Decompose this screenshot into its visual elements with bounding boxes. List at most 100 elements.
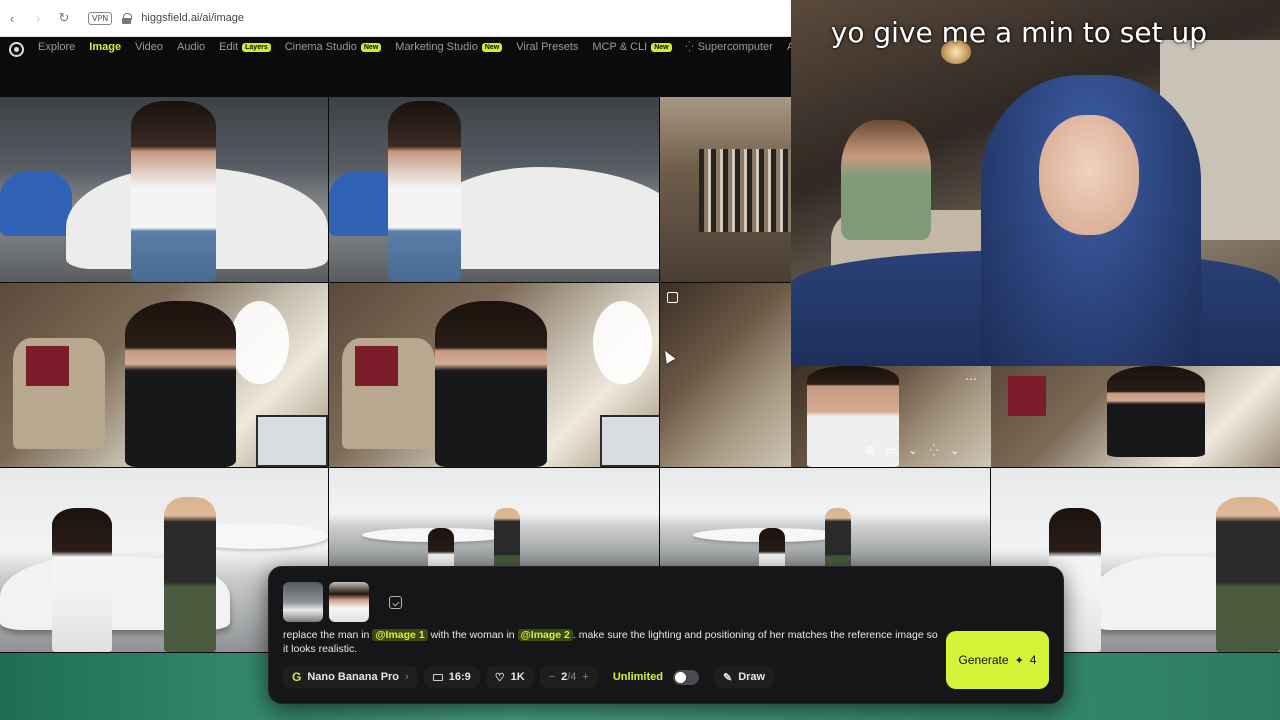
result-image[interactable]	[329, 97, 659, 282]
nav-badge: New	[481, 42, 503, 52]
image-detail	[434, 301, 547, 467]
aspect-ratio-label: 16:9	[448, 671, 471, 683]
reference-images	[283, 582, 415, 622]
sparkle-icon: ✦	[1014, 654, 1024, 667]
image-detail	[0, 171, 73, 236]
reference-image-1[interactable]	[283, 582, 323, 622]
unlimited-label: Unlimited	[612, 671, 663, 683]
result-image[interactable]	[991, 366, 1280, 467]
result-image[interactable]	[0, 283, 328, 467]
image-detail	[1008, 376, 1046, 417]
tile-tool-icon[interactable]: ⌄	[950, 444, 959, 457]
draw-button[interactable]: ✎ Draw	[713, 666, 775, 688]
result-image[interactable]	[0, 97, 328, 282]
nav-badge: New	[651, 42, 672, 52]
logo-icon[interactable]	[9, 42, 24, 57]
more-options-icon[interactable]: ⋯	[965, 372, 977, 386]
image-toolbar: ⧉ ▭ ⌄ ⁛ ⌄	[866, 441, 986, 459]
nav-item-label: Image	[89, 41, 122, 53]
forward-icon[interactable]: ›	[32, 11, 44, 26]
count-stepper: − 2/4 +	[539, 666, 598, 688]
reference-image-2[interactable]	[329, 582, 369, 622]
vpn-badge[interactable]: VPN	[88, 11, 113, 25]
add-image-icon	[388, 595, 402, 609]
decrement-button[interactable]: −	[549, 671, 555, 683]
grid-icon: ⁛	[685, 41, 694, 53]
image-detail	[428, 528, 455, 568]
nav-item-explore[interactable]: Explore	[38, 41, 75, 53]
image-detail	[759, 528, 786, 568]
image-detail	[131, 100, 217, 282]
top-nav: Explore Image Video Audio Edit Layers Cinema S…	[0, 37, 800, 97]
nav-item-mcp-cli[interactable]: MCP & CLI New	[592, 41, 672, 53]
aspect-ratio-selector[interactable]: 16:9	[423, 666, 480, 688]
back-icon[interactable]: ‹	[6, 11, 18, 26]
result-image[interactable]	[660, 97, 791, 282]
prompt-input[interactable]: replace the man in @Image 1 with the wom…	[283, 628, 943, 656]
resolution-label: 1K	[510, 671, 525, 683]
nav-item-edit[interactable]: Edit Layers	[219, 41, 271, 53]
image-detail	[255, 415, 328, 467]
generation-controls: G Nano Banana Pro › 16:9 ♡ 1K − 2/4 + Un…	[283, 666, 775, 688]
image-detail	[1216, 497, 1280, 652]
add-image-button[interactable]	[375, 582, 415, 622]
image-detail	[599, 415, 659, 467]
nav-item-label: MCP & CLI	[592, 41, 648, 53]
generate-cost: 4	[1029, 653, 1037, 667]
model-selector[interactable]: G Nano Banana Pro ›	[283, 666, 418, 688]
prompt-text: replace the man in	[283, 629, 373, 641]
heart-icon: ♡	[494, 671, 505, 684]
nav-badge: New	[360, 42, 382, 52]
tile-tool-icon[interactable]: ⌄	[908, 444, 917, 457]
draw-label: Draw	[738, 671, 766, 683]
image-detail	[229, 301, 289, 385]
model-label: Nano Banana Pro	[307, 671, 400, 683]
tile-tool-icon[interactable]: ⁛	[929, 444, 938, 457]
result-image[interactable]	[660, 283, 791, 467]
nav-item-label: Audio	[177, 41, 206, 53]
address-bar[interactable]: higgsfield.ai/ai/image	[141, 12, 244, 24]
nav-item-image[interactable]: Image	[89, 41, 121, 53]
image-detail	[124, 301, 237, 467]
result-image[interactable]	[329, 283, 659, 467]
webcam-detail	[1039, 115, 1139, 235]
tile-tool-icon[interactable]: ▭	[886, 444, 896, 457]
image-detail	[52, 508, 112, 652]
resolution-selector[interactable]: ♡ 1K	[485, 666, 534, 688]
image-detail	[26, 345, 69, 387]
nav-item-video[interactable]: Video	[135, 41, 163, 53]
generate-button[interactable]: Generate ✦ 4	[946, 631, 1049, 689]
prompt-panel: replace the man in @Image 1 with the wom…	[268, 566, 1064, 704]
image-mention-tag[interactable]: @Image 2	[517, 629, 573, 641]
model-icon: G	[292, 670, 302, 684]
lock-icon	[122, 12, 133, 24]
generate-label: Generate	[958, 653, 1009, 667]
result-image[interactable]	[660, 468, 990, 568]
nav-item-label: Marketing Studio	[395, 41, 478, 53]
prompt-text: with the woman in	[427, 629, 518, 641]
tile-tool-icon[interactable]: ⧉	[866, 444, 874, 457]
unlimited-toggle-group: Unlimited	[604, 666, 708, 688]
nav-item-cinema-studio[interactable]: Cinema Studio New	[285, 41, 382, 53]
increment-button[interactable]: +	[582, 671, 588, 683]
aspect-ratio-icon	[432, 673, 443, 681]
nav-item-label: Viral Presets	[516, 41, 579, 53]
reload-icon[interactable]: ↻	[58, 10, 70, 26]
nav-item-viral-presets[interactable]: Viral Presets	[516, 41, 578, 53]
image-detail	[494, 508, 521, 568]
chevron-right-icon: ›	[405, 671, 409, 683]
image-detail	[164, 497, 217, 652]
nav-items: Explore Image Video Audio Edit Layers Cinema S…	[38, 41, 800, 53]
nav-item-marketing-studio[interactable]: Marketing Studio New	[395, 41, 503, 53]
image-detail	[699, 148, 791, 233]
image-mention-tag[interactable]: @Image 1	[372, 629, 428, 641]
image-detail	[593, 301, 653, 385]
image-detail	[825, 508, 852, 568]
result-image[interactable]	[329, 468, 659, 568]
image-detail	[1106, 366, 1205, 457]
unlimited-toggle[interactable]	[672, 669, 699, 685]
select-checkbox[interactable]	[667, 292, 678, 303]
count-value: 2/4	[561, 671, 576, 683]
nav-item-audio[interactable]: Audio	[177, 41, 205, 53]
nav-item-supercomputer[interactable]: ⁛ Supercomputer	[686, 41, 773, 53]
